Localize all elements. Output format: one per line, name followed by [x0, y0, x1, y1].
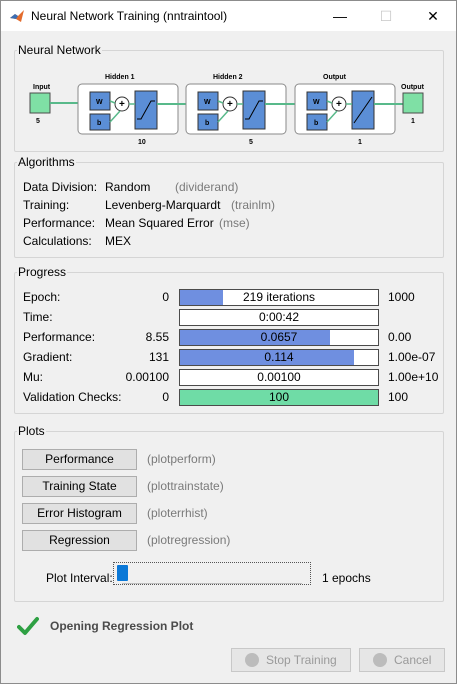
algorithms-panel: Algorithms Data Division: Random (divide… [14, 155, 444, 258]
progress-start-validation-checks: 0 [162, 390, 169, 404]
neural-network-title: Neural Network [17, 43, 102, 57]
svg-text:b: b [97, 120, 101, 127]
performance-plot-button[interactable]: Performance [22, 449, 137, 470]
algorithms-title: Algorithms [17, 155, 76, 169]
window-title: Neural Network Training (nntraintool) [31, 9, 228, 23]
matlab-app-icon [10, 10, 24, 22]
progress-bar-gradient: 0.114 [179, 349, 379, 366]
maximize-button[interactable]: ☐ [363, 1, 409, 31]
plot-interval-label: Plot Interval: [46, 571, 113, 585]
error-histogram-plot-button[interactable]: Error Histogram [22, 503, 137, 524]
progress-bar-epoch: 219 iterations [179, 289, 379, 306]
title-bar: Neural Network Training (nntraintool) — … [1, 1, 456, 31]
status-message: Opening Regression Plot [50, 619, 194, 633]
progress-value-gradient: 0.114 [264, 350, 294, 364]
svg-text:+: + [227, 99, 233, 110]
algo-value-performance: Mean Squared Error [105, 216, 214, 230]
progress-bar-performance: 0.0657 [179, 329, 379, 346]
network-diagram: Input 5 Hidden 1 W b + 10 Hidden 2 W b +… [29, 74, 425, 146]
output-label: Output [401, 84, 425, 91]
progress-value-validation-checks: 100 [268, 390, 290, 404]
regression-plot-button[interactable]: Regression [22, 530, 137, 551]
svg-text:W: W [96, 99, 103, 106]
progress-label-gradient: Gradient: [23, 350, 73, 364]
regression-plot-fn: (plotregression) [147, 533, 231, 547]
plots-title: Plots [17, 424, 46, 438]
stop-icon [245, 653, 259, 667]
progress-end-validation-checks: 100 [388, 390, 409, 404]
progress-start-epoch: 0 [162, 290, 169, 304]
input-size: 5 [36, 118, 40, 125]
progress-label-epoch: Epoch: [23, 290, 61, 304]
progress-end-mu: 1.00e+10 [388, 370, 439, 384]
progress-panel: Progress Epoch: 0 219 iterations 1000 Time: 0… [14, 265, 444, 414]
progress-start-mu: 0.00100 [125, 370, 169, 384]
algo-label-calculations: Calculations: [23, 234, 92, 248]
progress-start-performance: 8.55 [145, 330, 169, 344]
training-state-plot-fn: (plottrainstate) [147, 479, 224, 493]
output-layer-label: Output [323, 74, 347, 81]
algo-fn-division: (dividerand) [175, 180, 239, 194]
algo-value-division: Random [105, 180, 151, 194]
close-button[interactable]: ✕ [410, 1, 456, 31]
algo-label-training: Training: [23, 198, 70, 212]
checkmark-icon [17, 617, 39, 635]
error-histogram-plot-fn: (ploterrhist) [147, 506, 208, 520]
progress-label-validation-checks: Validation Checks: [23, 390, 122, 404]
svg-text:+: + [119, 99, 125, 110]
slider-track [122, 580, 302, 584]
progress-value-time: 0:00:42 [258, 310, 300, 324]
svg-text:W: W [204, 99, 211, 106]
stop-training-button[interactable]: Stop Training [231, 648, 351, 672]
minimize-button[interactable]: — [317, 1, 363, 31]
progress-end-gradient: 1.00e-07 [388, 350, 436, 364]
progress-bar-validation-checks: 100 [179, 389, 379, 406]
cancel-button[interactable]: Cancel [359, 648, 445, 672]
progress-value-performance: 0.0657 [260, 330, 298, 344]
progress-end-performance: 0.00 [388, 330, 412, 344]
progress-start-gradient: 131 [148, 350, 169, 364]
algo-value-calculations: MEX [105, 234, 132, 248]
progress-bar-time: 0:00:42 [179, 309, 379, 326]
slider-thumb[interactable] [117, 565, 128, 581]
algo-fn-performance: (mse) [219, 216, 250, 230]
algo-label-performance: Performance: [23, 216, 96, 230]
progress-end-epoch: 1000 [388, 290, 415, 304]
hidden2-size: 5 [249, 139, 253, 146]
algo-label-division: Data Division: [23, 180, 98, 194]
hidden1-size: 10 [138, 139, 146, 146]
neural-network-panel: Neural Network Input 5 Hidden 1 W b + 10… [14, 43, 444, 152]
nntraintool-window: Neural Network Training (nntraintool) — … [0, 0, 457, 684]
stop-training-label: Stop Training [266, 653, 337, 667]
performance-plot-fn: (plotperform) [147, 452, 216, 466]
progress-value-mu: 0.00100 [257, 370, 301, 384]
svg-text:W: W [313, 99, 320, 106]
input-label: Input [33, 84, 51, 91]
svg-text:b: b [205, 120, 209, 127]
progress-title: Progress [17, 265, 68, 279]
output-block [402, 92, 424, 114]
progress-label-mu: Mu: [23, 370, 44, 384]
progress-bar-mu: 0.00100 [179, 369, 379, 386]
plot-interval-slider[interactable] [113, 562, 311, 585]
input-block [29, 92, 51, 114]
cancel-icon [373, 653, 387, 667]
plot-interval-value: 1 epochs [322, 571, 371, 585]
hidden1-label: Hidden 1 [105, 74, 135, 81]
progress-label-performance: Performance: [23, 330, 96, 344]
output-layer-size: 1 [358, 139, 362, 146]
hidden2-label: Hidden 2 [213, 74, 243, 81]
progress-label-time: Time: [23, 310, 53, 324]
training-state-plot-button[interactable]: Training State [22, 476, 137, 497]
svg-text:b: b [314, 120, 318, 127]
plots-panel: Plots Performance (plotperform) Training… [14, 424, 444, 602]
algo-fn-training: (trainlm) [231, 198, 275, 212]
cancel-label: Cancel [394, 653, 432, 667]
output-size: 1 [411, 118, 415, 125]
svg-text:+: + [336, 99, 342, 110]
algo-value-training: Levenberg-Marquardt [105, 198, 221, 212]
progress-value-epoch: 219 iterations [242, 290, 316, 304]
